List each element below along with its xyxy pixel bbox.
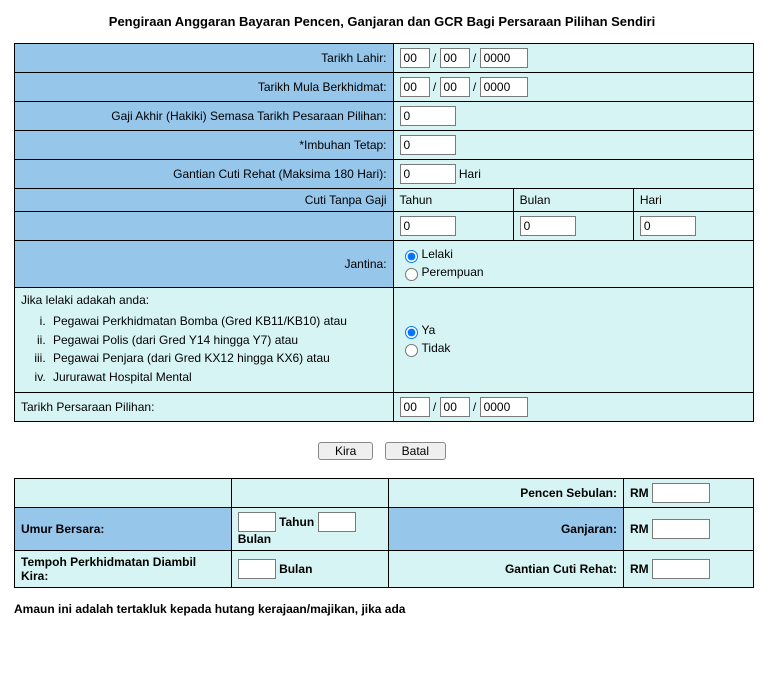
umur-tahun-input[interactable] <box>238 512 276 532</box>
ganjaran-rm-label: RM <box>630 522 649 536</box>
ctg-bulan-input[interactable] <box>520 216 576 236</box>
cell-tarikh-lahir: / / <box>393 44 753 73</box>
cell-ctg-bulan <box>513 212 633 241</box>
button-row: Kira Batal <box>14 442 750 460</box>
header-hari: Hari <box>633 189 753 212</box>
cell-umur-value: Tahun Bulan <box>231 507 389 550</box>
pencen-rm-label: RM <box>630 486 649 500</box>
label-gcr: Gantian Cuti Rehat (Maksima 180 Hari): <box>15 160 394 189</box>
radio-ya[interactable] <box>405 326 418 339</box>
umur-bulan-label: Bulan <box>238 532 271 546</box>
label-tempoh: Tempoh Perkhidmatan Diambil Kira: <box>15 550 232 587</box>
kira-button[interactable]: Kira <box>318 442 373 460</box>
jika-item-2: Pegawai Polis (dari Gred Y14 hingga Y7) … <box>49 332 387 349</box>
label-gaji-akhir: Gaji Akhir (Hakiki) Semasa Tarikh Pesara… <box>15 102 394 131</box>
pencen-rm-input[interactable] <box>652 483 710 503</box>
header-tahun: Tahun <box>393 189 513 212</box>
lahir-month-input[interactable] <box>440 48 470 68</box>
input-form-table: Tarikh Lahir: / / Tarikh Mula Berkhidmat… <box>14 43 754 422</box>
cell-tarikh-persaraan: / / <box>393 392 753 421</box>
label-tarikh-lahir: Tarikh Lahir: <box>15 44 394 73</box>
umur-tahun-label: Tahun <box>279 515 314 529</box>
label-cuti-tanpa-gaji: Cuti Tanpa Gaji <box>15 189 394 212</box>
jika-list: Pegawai Perkhidmatan Bomba (Gred KB11/KB… <box>21 313 387 386</box>
mula-year-input[interactable] <box>480 77 528 97</box>
cell-jantina: Lelaki Perempuan <box>393 241 753 288</box>
jika-item-3: Pegawai Penjara (dari Gred KX12 hingga K… <box>49 350 387 367</box>
label-imbuhan: *Imbuhan Tetap: <box>15 131 394 160</box>
tempoh-bulan-label: Bulan <box>279 562 312 576</box>
label-gantian-cuti: Gantian Cuti Rehat: <box>389 550 624 587</box>
label-umur-bersara: Umur Bersara: <box>15 507 232 550</box>
ctg-blank <box>15 212 394 241</box>
radio-ya-label: Ya <box>422 323 436 337</box>
r1c1-blank <box>15 478 232 507</box>
result-table: Pencen Sebulan: RM Umur Bersara: Tahun B… <box>14 478 754 588</box>
jika-item-1: Pegawai Perkhidmatan Bomba (Gred KB11/KB… <box>49 313 387 330</box>
ctg-tahun-input[interactable] <box>400 216 456 236</box>
cell-ganjaran-value: RM <box>623 507 753 550</box>
cell-ctg-hari <box>633 212 753 241</box>
cell-imbuhan <box>393 131 753 160</box>
lahir-day-input[interactable] <box>400 48 430 68</box>
gcr-input[interactable] <box>400 164 456 184</box>
cell-tarikh-mula: / / <box>393 73 753 102</box>
radio-tidak[interactable] <box>405 344 418 357</box>
ctg-hari-input[interactable] <box>640 216 696 236</box>
umur-bulan-input[interactable] <box>318 512 356 532</box>
persaraan-year-input[interactable] <box>480 397 528 417</box>
header-bulan: Bulan <box>513 189 633 212</box>
cell-gcr-value: RM <box>623 550 753 587</box>
label-tarikh-mula: Tarikh Mula Berkhidmat: <box>15 73 394 102</box>
persaraan-month-input[interactable] <box>440 397 470 417</box>
cell-tempoh-value: Bulan <box>231 550 389 587</box>
label-ganjaran: Ganjaran: <box>389 507 624 550</box>
cell-pencen-value: RM <box>623 478 753 507</box>
radio-perempuan[interactable] <box>405 268 418 281</box>
cell-gcr: Hari <box>393 160 753 189</box>
jika-item-4: Jururawat Hospital Mental <box>49 369 387 386</box>
footer-note: Amaun ini adalah tertakluk kepada hutang… <box>14 602 754 616</box>
lahir-year-input[interactable] <box>480 48 528 68</box>
imbuhan-input[interactable] <box>400 135 456 155</box>
radio-lelaki[interactable] <box>405 250 418 263</box>
gcr-rm-label: RM <box>630 562 649 576</box>
persaraan-day-input[interactable] <box>400 397 430 417</box>
ganjaran-rm-input[interactable] <box>652 519 710 539</box>
cell-ya-tidak: Ya Tidak <box>393 288 753 393</box>
radio-lelaki-label: Lelaki <box>422 247 453 261</box>
radio-tidak-label: Tidak <box>422 341 451 355</box>
mula-month-input[interactable] <box>440 77 470 97</box>
jika-header: Jika lelaki adakah anda: <box>21 293 149 307</box>
batal-button[interactable]: Batal <box>385 442 446 460</box>
tempoh-bulan-input[interactable] <box>238 559 276 579</box>
mula-day-input[interactable] <box>400 77 430 97</box>
label-tarikh-persaraan: Tarikh Persaraan Pilihan: <box>15 392 394 421</box>
gaji-akhir-input[interactable] <box>400 106 456 126</box>
page-title: Pengiraan Anggaran Bayaran Pencen, Ganja… <box>14 14 750 29</box>
gcr-rm-input[interactable] <box>652 559 710 579</box>
radio-perempuan-label: Perempuan <box>422 265 484 279</box>
label-jantina: Jantina: <box>15 241 394 288</box>
r1c2-blank <box>231 478 389 507</box>
gcr-unit-label: Hari <box>459 167 481 181</box>
cell-jika-lelaki: Jika lelaki adakah anda: Pegawai Perkhid… <box>15 288 394 393</box>
cell-ctg-tahun <box>393 212 513 241</box>
label-pencen-sebulan: Pencen Sebulan: <box>389 478 624 507</box>
cell-gaji-akhir <box>393 102 753 131</box>
